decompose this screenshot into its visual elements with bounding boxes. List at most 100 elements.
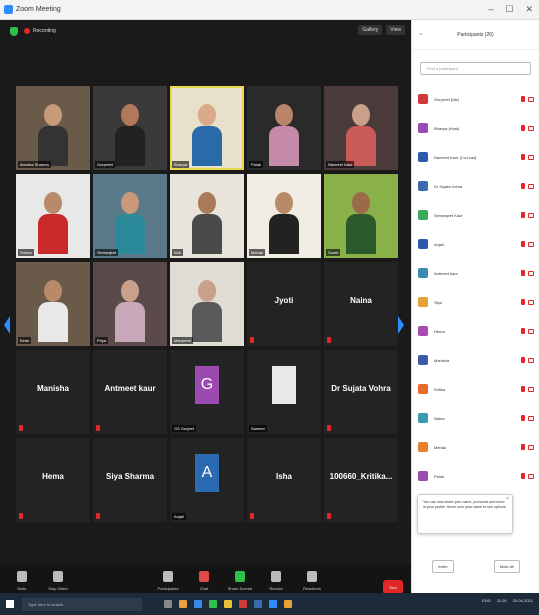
taskbar-app-icon[interactable] [284, 600, 292, 608]
encryption-shield-icon[interactable] [10, 26, 18, 36]
participant-name: Simranjeet Kaur [434, 212, 463, 218]
participant-video-tile[interactable]: A Anjali [170, 438, 244, 522]
toolbar-participants-button[interactable]: Participants [150, 571, 186, 591]
person-body [38, 126, 68, 166]
participant-video-tile[interactable]: Mehak [247, 174, 321, 258]
participant-row[interactable]: Siya [418, 291, 534, 313]
participant-video-tile[interactable]: G GS Gurjeet [170, 350, 244, 434]
language-indicator[interactable]: ENG [482, 598, 491, 603]
participant-name-tag: Anusha Sharma [18, 161, 51, 168]
collapse-panel-icon[interactable]: ⌄ [418, 29, 424, 37]
participant-video-feed [346, 104, 376, 166]
participant-row[interactable]: Palak [418, 465, 534, 487]
taskbar-app-icon[interactable] [269, 600, 277, 608]
participant-name: Navneet Kaur (Co-host) [434, 154, 477, 160]
toolbar-label: Mute [17, 586, 27, 591]
start-menu-icon[interactable] [6, 600, 14, 608]
toolbar-reactions-button[interactable]: Reactions [294, 571, 330, 591]
participant-video-tile[interactable]: Palak [247, 86, 321, 170]
person-body [115, 214, 145, 254]
toolbar-mute-button[interactable]: Mute [4, 571, 40, 591]
participant-avatar [418, 123, 428, 133]
participant-video-tile[interactable]: Simranjeet [93, 174, 167, 258]
participant-avatar [418, 471, 428, 481]
participant-video-tile[interactable]: Navneet Kaur [324, 86, 398, 170]
clock-date[interactable]: 20-04-2021 [513, 598, 533, 603]
participant-video-tile[interactable]: Antmeet kaur [93, 350, 167, 434]
person-body [346, 214, 376, 254]
mute-icon [17, 571, 27, 582]
participant-video-tile[interactable]: Hema [16, 438, 90, 522]
muted-mic-icon [521, 270, 525, 276]
participant-video-tile[interactable]: Naina [324, 262, 398, 346]
participant-row[interactable]: Navneet Kaur (Co-host) [418, 146, 534, 168]
participant-row[interactable]: Antmeet kaur [418, 262, 534, 284]
taskbar-app-icon[interactable] [194, 600, 202, 608]
minimize-icon[interactable]: – [488, 4, 493, 15]
invite-button[interactable]: Invite [432, 560, 454, 573]
close-icon[interactable]: ✕ [525, 4, 533, 15]
muted-mic-icon [19, 513, 23, 519]
participant-video-tile[interactable]: Kiran [16, 262, 90, 346]
participant-row[interactable]: Bhavya (Host) [418, 117, 534, 139]
toolbar-share-screen-button[interactable]: Share Screen [222, 571, 258, 591]
video-off-icon [528, 299, 534, 305]
view-controls: Gallery View [358, 25, 405, 35]
gallery-view-button[interactable]: Gallery [358, 25, 383, 35]
view-button[interactable]: View [386, 25, 405, 35]
participant-video-tile[interactable]: Manisha [16, 350, 90, 434]
taskbar-app-icon[interactable] [239, 600, 247, 608]
participant-video-tile[interactable]: 100660_Kritika... [324, 438, 398, 522]
toolbar-stop-video-button[interactable]: Stop Video [40, 571, 76, 591]
close-tip-icon[interactable]: × [506, 497, 509, 502]
participant-row[interactable]: Dr Sujata Vohra [418, 175, 534, 197]
participant-video-tile[interactable]: Isha [247, 438, 321, 522]
participant-avatar [418, 355, 428, 365]
participant-row[interactable]: Manisha [418, 349, 534, 371]
participant-name: Isha [275, 472, 292, 481]
participant-video-feed [192, 104, 222, 166]
previous-page-arrow-icon[interactable] [4, 316, 10, 334]
participant-video-tile[interactable]: Gurpreet [93, 86, 167, 170]
participant-row[interactable]: Kritika [418, 378, 534, 400]
participant-video-tile[interactable]: Priya [93, 262, 167, 346]
meeting-area: Recording Gallery View Anusha Sharma Gurp… [0, 20, 411, 613]
muted-mic-icon [521, 386, 525, 392]
participant-video-tile[interactable]: Sneha [16, 174, 90, 258]
person-head [44, 192, 62, 214]
clock-time[interactable]: 11:26 [497, 598, 507, 603]
end-meeting-button[interactable]: End [383, 580, 403, 594]
participant-row[interactable]: Anjali [418, 233, 534, 255]
taskbar-app-icon[interactable] [209, 600, 217, 608]
toolbar-chat-button[interactable]: Chat [186, 571, 222, 591]
taskbar-app-icon[interactable] [164, 600, 172, 608]
maximize-icon[interactable]: ☐ [505, 4, 513, 15]
taskbar-app-icon[interactable] [224, 600, 232, 608]
participant-row[interactable]: Mehak [418, 436, 534, 458]
participant-row[interactable]: Gurpreet (Me) [418, 88, 534, 110]
participant-video-tile[interactable]: Manpreet [170, 262, 244, 346]
muted-mic-icon [521, 125, 525, 131]
participant-search-input[interactable]: Find a participant [420, 62, 531, 75]
toolbar-label: Stop Video [48, 586, 68, 591]
participant-video-tile[interactable]: Kirti [170, 174, 244, 258]
participant-video-tile[interactable]: Dr Sujata Vohra [324, 350, 398, 434]
participant-row[interactable]: Simranjeet Kaur [418, 204, 534, 226]
participant-row[interactable]: Hema [418, 320, 534, 342]
participant-video-tile[interactable]: Sumit [324, 174, 398, 258]
toolbar-record-button[interactable]: Record [258, 571, 294, 591]
participant-name: Naina [350, 296, 372, 305]
mute-all-button[interactable]: Mute All [493, 560, 520, 573]
taskbar-app-icon[interactable] [254, 600, 262, 608]
participant-video-tile[interactable]: Bhavya [170, 86, 244, 170]
next-page-arrow-icon[interactable] [398, 316, 404, 334]
participant-video-tile[interactable]: Siya Sharma [93, 438, 167, 522]
participant-name-tag: Anjali [172, 513, 186, 520]
participant-video-tile[interactable]: Anusha Sharma [16, 86, 90, 170]
participant-row[interactable]: Naina [418, 407, 534, 429]
participant-video-tile[interactable]: Jyoti [247, 262, 321, 346]
taskbar-search-input[interactable]: Type here to search [22, 597, 142, 611]
participant-video-tile[interactable]: Sameer [247, 350, 321, 434]
taskbar-app-icon[interactable] [179, 600, 187, 608]
participant-video-feed [346, 192, 376, 254]
